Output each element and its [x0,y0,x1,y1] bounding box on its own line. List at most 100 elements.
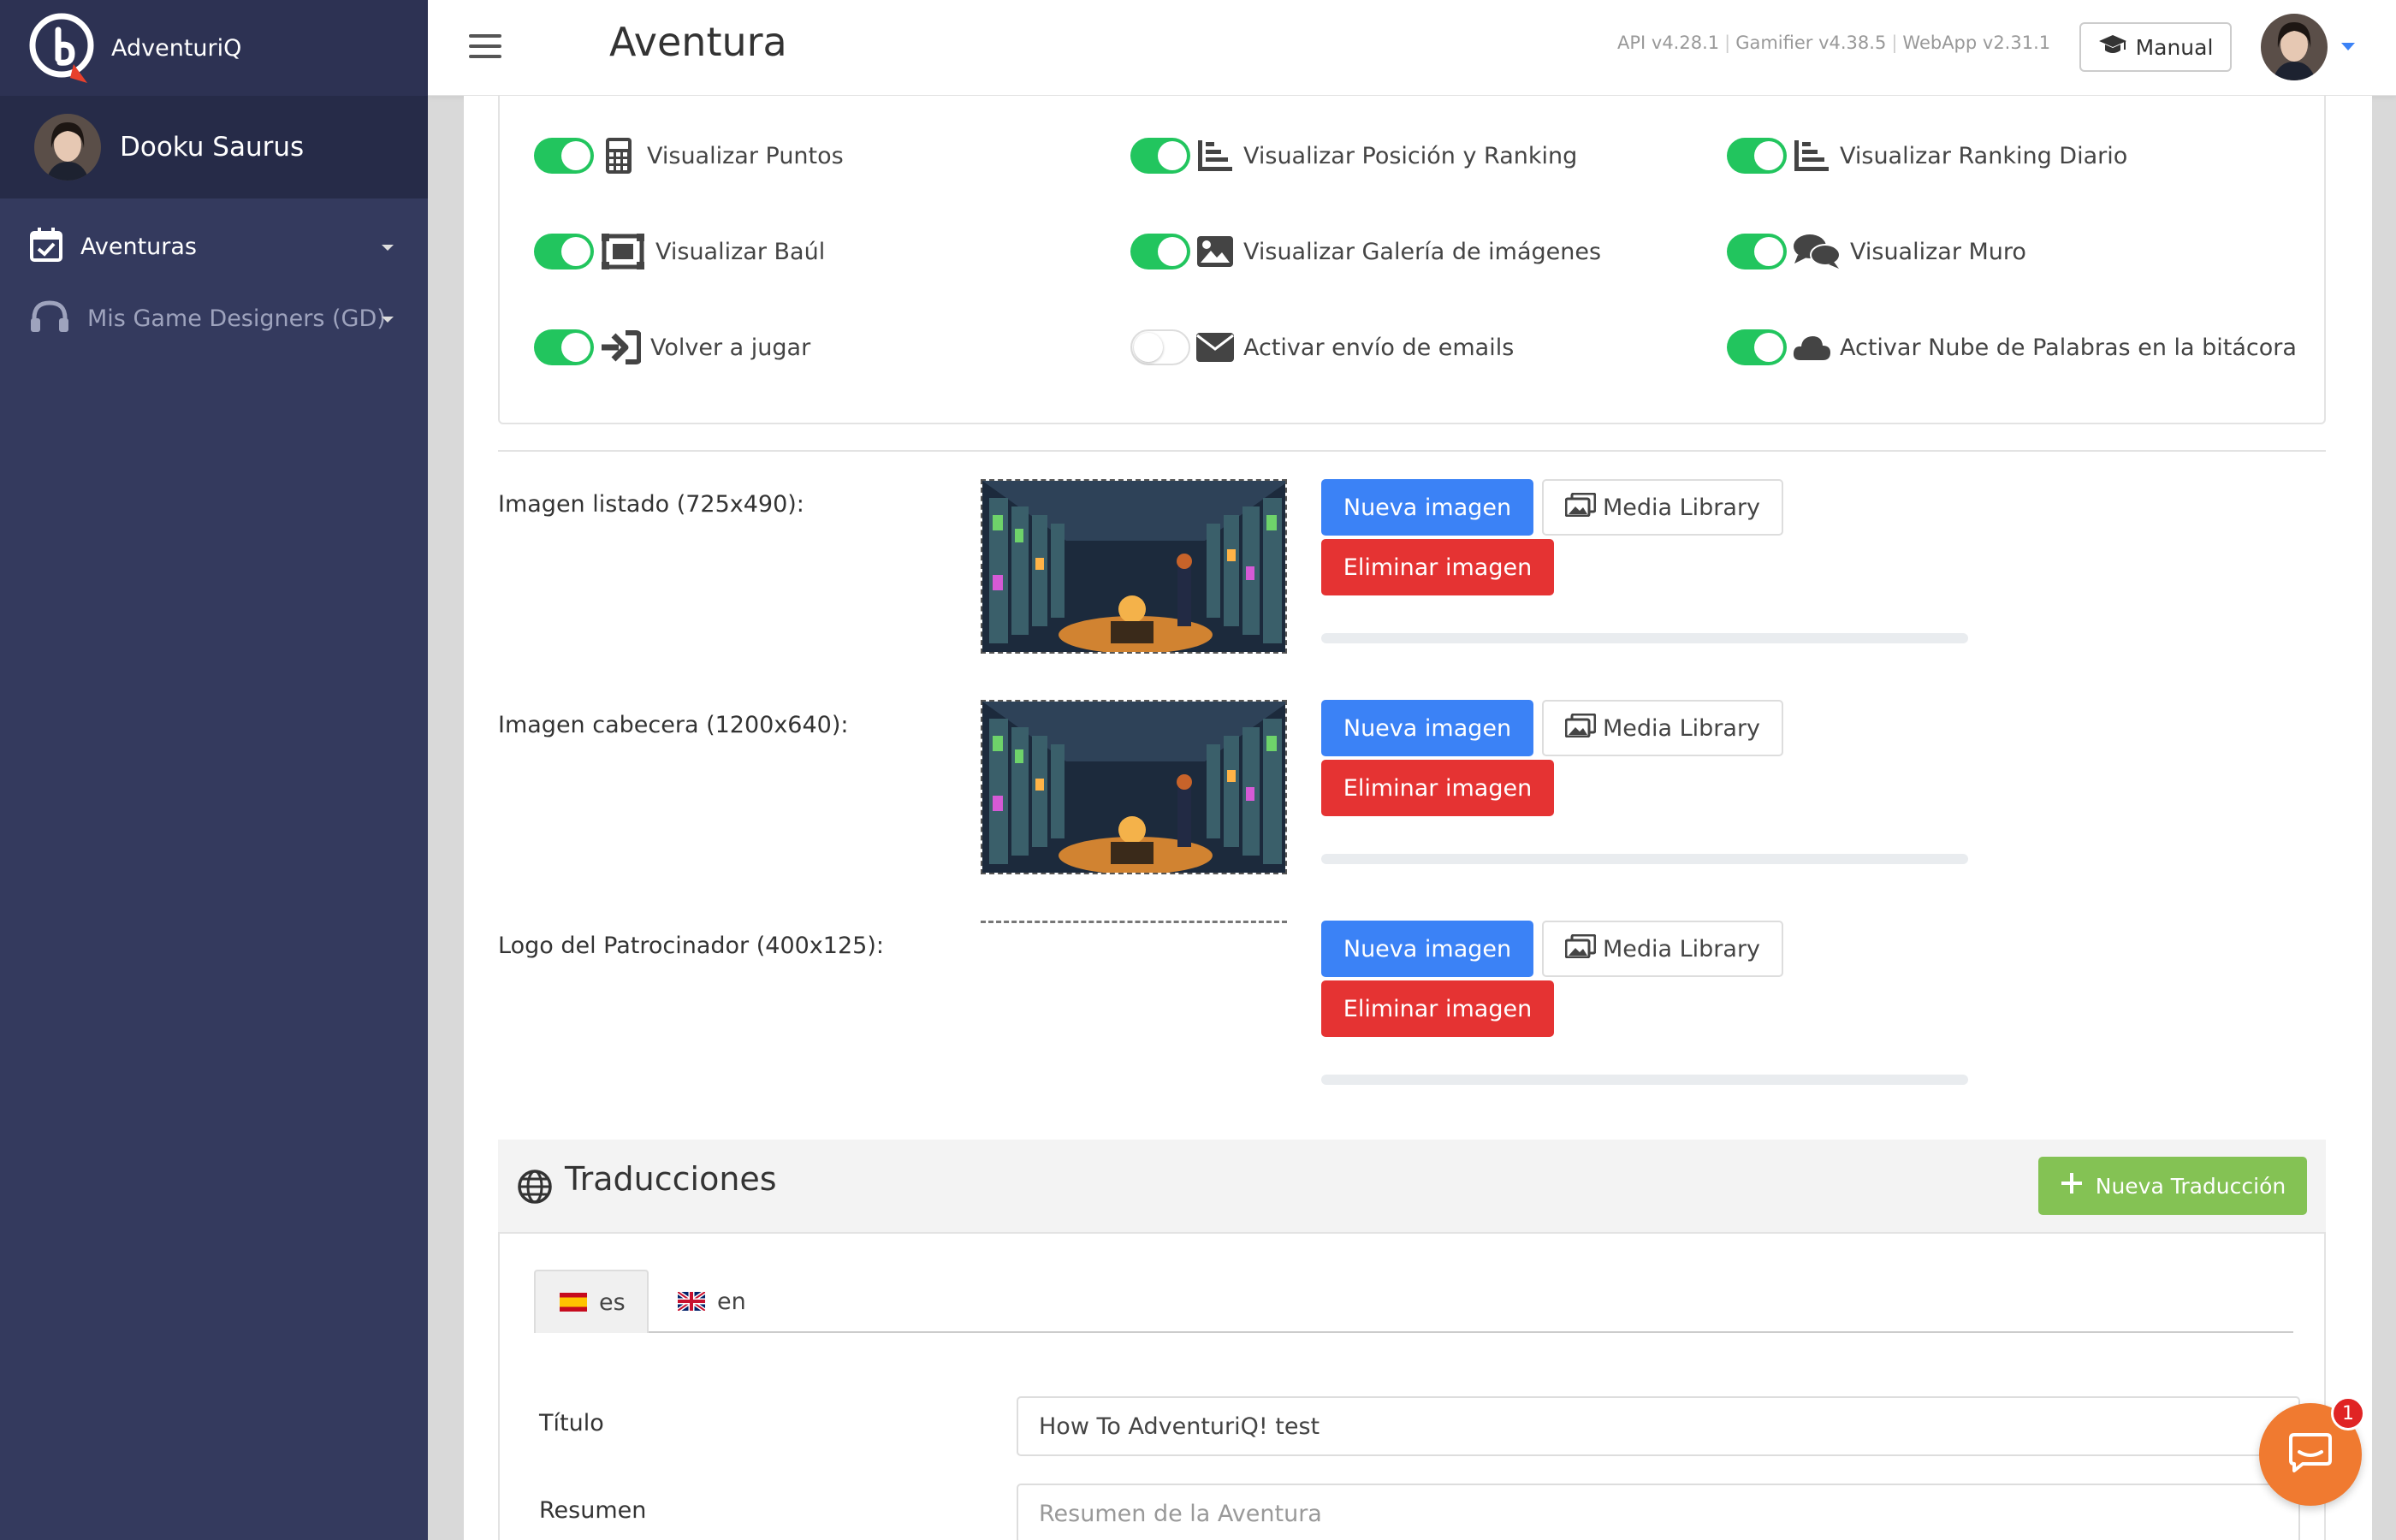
new-image-button[interactable]: Nueva imagen [1321,921,1533,977]
comments-icon [1792,232,1841,271]
upload-progress-bar [1321,854,1968,864]
new-image-button[interactable]: Nueva imagen [1321,479,1533,536]
sign-in-icon [599,328,642,367]
option-volver-a-jugar: Volver a jugar [534,325,810,370]
toggle-switch[interactable] [1130,234,1190,270]
sidebar-item-game-designers[interactable]: Mis Game Designers (GD) [0,282,428,354]
top-bar: Aventura API v4.28.1 | Gamifier v4.38.5 | We… [428,0,2396,96]
toggle-switch[interactable] [534,329,594,365]
user-avatar-menu[interactable] [2261,14,2328,80]
media-library-label: Media Library [1602,714,1761,742]
image-preview-empty [981,921,1287,923]
language-tabs: es en [534,1270,2293,1333]
sidebar-item-label: Aventuras [80,233,198,260]
main-content: Visualizar Puntos Visualizar Posición y … [464,96,2372,1540]
option-label: Activar Nube de Palabras en la bitácora [1840,334,2297,361]
toggle-switch[interactable] [1130,138,1190,174]
envelope-icon [1195,328,1235,367]
chest-icon [599,232,647,271]
option-label: Visualizar Puntos [647,142,844,169]
title-input[interactable]: How To AdventuriQ! test [1017,1396,2300,1456]
sidebar: AdventuriQ Dooku Saurus Aventuras Mis Ga… [0,0,428,1540]
options-card: Visualizar Puntos Visualizar Posición y … [498,96,2326,424]
gamifier-version: Gamifier v4.38.5 [1735,33,1887,53]
images-icon [1564,492,1597,523]
media-library-label: Media Library [1602,935,1761,962]
toggle-switch[interactable] [1727,329,1787,365]
toggle-switch[interactable] [1727,234,1787,270]
sidebar-item-label: Mis Game Designers (GD) [87,305,386,332]
image-icon [1195,232,1235,271]
sidebar-user[interactable]: Dooku Saurus [0,96,428,198]
upload-progress-bar [1321,1075,1968,1085]
chevron-down-icon [382,245,394,251]
option-visualizar-baul: Visualizar Baúl [534,229,825,274]
brand-name: AdventuriQ [111,34,242,62]
option-activar-nube-palabras: Activar Nube de Palabras en la bitácora [1727,325,2297,370]
graduation-cap-icon [2098,33,2127,61]
tab-es[interactable]: es [534,1270,649,1333]
option-label: Activar envío de emails [1243,334,1515,361]
chevron-down-icon [382,317,394,323]
toggle-switch[interactable] [1727,138,1787,174]
notification-badge: 1 [2331,1396,2365,1430]
option-label: Visualizar Galería de imágenes [1243,238,1602,265]
media-library-button[interactable]: Media Library [1542,921,1783,977]
chevron-down-icon[interactable] [2341,43,2355,50]
api-version: API v4.28.1 [1617,33,1720,53]
image-preview [981,700,1287,874]
manual-label: Manual [2135,34,2214,60]
tab-label: en [717,1288,746,1315]
manual-button[interactable]: Manual [2079,22,2232,72]
image-label: Imagen cabecera (1200x640): [498,712,849,738]
toggle-switch[interactable] [1130,329,1190,365]
sidebar-item-aventuras[interactable]: Aventuras [0,210,428,282]
media-library-button[interactable]: Media Library [1542,479,1783,536]
spain-flag-icon [560,1293,587,1312]
chat-bubble-icon [2287,1431,2334,1478]
image-row-patrocinador: Logo del Patrocinador (400x125): Nueva i… [498,921,2326,1126]
media-library-label: Media Library [1602,494,1761,521]
section-title: Traducciones [565,1160,777,1198]
brand-header[interactable]: AdventuriQ [0,0,428,96]
bar-chart-icon [1792,136,1831,175]
option-label: Visualizar Baúl [655,238,826,265]
bar-chart-icon [1195,136,1235,175]
calculator-icon [599,136,638,175]
option-visualizar-puntos: Visualizar Puntos [534,133,844,178]
tab-label: es [599,1288,626,1316]
images-icon [1564,933,1597,964]
delete-image-button[interactable]: Eliminar imagen [1321,980,1554,1037]
avatar [34,114,101,181]
option-label: Volver a jugar [650,334,811,361]
user-name: Dooku Saurus [120,132,305,163]
page-title: Aventura [609,19,787,65]
new-translation-label: Nueva Traducción [2095,1173,2286,1199]
image-label: Logo del Patrocinador (400x125): [498,933,884,959]
tab-en[interactable]: en [678,1270,780,1333]
toggle-switch[interactable] [534,234,594,270]
new-image-button[interactable]: Nueva imagen [1321,700,1533,756]
image-row-listado: Imagen listado (725x490): Nueva imagen M… [498,479,2326,684]
adventuriq-logo-icon [27,11,101,85]
upload-progress-bar [1321,633,1968,643]
delete-image-button[interactable]: Eliminar imagen [1321,539,1554,595]
menu-toggle-icon[interactable] [469,34,501,58]
headphones-icon [29,299,70,337]
toggle-switch[interactable] [534,138,594,174]
webapp-version: WebApp v2.31.1 [1902,33,2051,53]
plus-icon [2060,1171,2084,1200]
delete-image-button[interactable]: Eliminar imagen [1321,760,1554,816]
option-label: Visualizar Ranking Diario [1840,142,2128,169]
summary-label: Resumen [539,1497,647,1524]
title-label: Título [539,1410,604,1436]
new-translation-button[interactable]: Nueva Traducción [2038,1157,2307,1215]
version-info: API v4.28.1 | Gamifier v4.38.5 | WebApp v2.3… [1617,33,2051,53]
translations-body: es en Título How To AdventuriQ! test Res… [498,1234,2326,1540]
divider [498,450,2326,452]
summary-input[interactable]: Resumen de la Aventura [1017,1484,2300,1540]
media-library-button[interactable]: Media Library [1542,700,1783,756]
option-visualizar-galeria: Visualizar Galería de imágenes [1130,229,1601,274]
option-visualizar-posicion-ranking: Visualizar Posición y Ranking [1130,133,1577,178]
image-preview [981,479,1287,654]
